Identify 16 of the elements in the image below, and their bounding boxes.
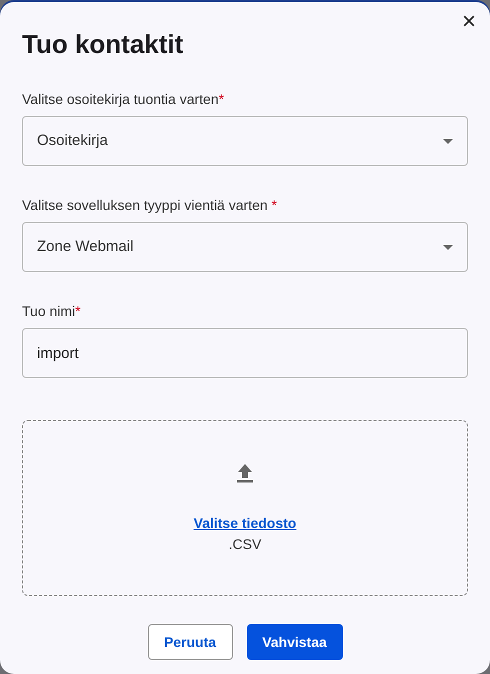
field-label: Valitse osoitekirja tuontia varten*	[22, 90, 226, 108]
confirm-button[interactable]: Vahvistaa	[246, 624, 342, 660]
format-text: .CSV	[228, 535, 262, 554]
dropdown[interactable]: Osoitekirja	[22, 116, 468, 166]
close-button[interactable]: ×	[458, 8, 480, 36]
input-field[interactable]: import	[22, 328, 468, 378]
cancel-button[interactable]: Peruuta	[148, 624, 232, 660]
field-label: Valitse sovelluksen tyyppi vientiä varten *	[22, 196, 278, 214]
upload-icon	[236, 463, 254, 483]
upload-area[interactable]: Valitse tiedosto .CSV	[22, 420, 468, 596]
dropdown[interactable]: Zone Webmail	[22, 222, 468, 272]
dialog-title: Tuo kontaktit	[22, 28, 184, 60]
caret-icon	[443, 138, 453, 144]
file-link[interactable]: Valitse tiedosto	[194, 513, 296, 534]
caret-icon	[443, 244, 453, 250]
field-label: Tuo nimi*	[22, 302, 82, 320]
